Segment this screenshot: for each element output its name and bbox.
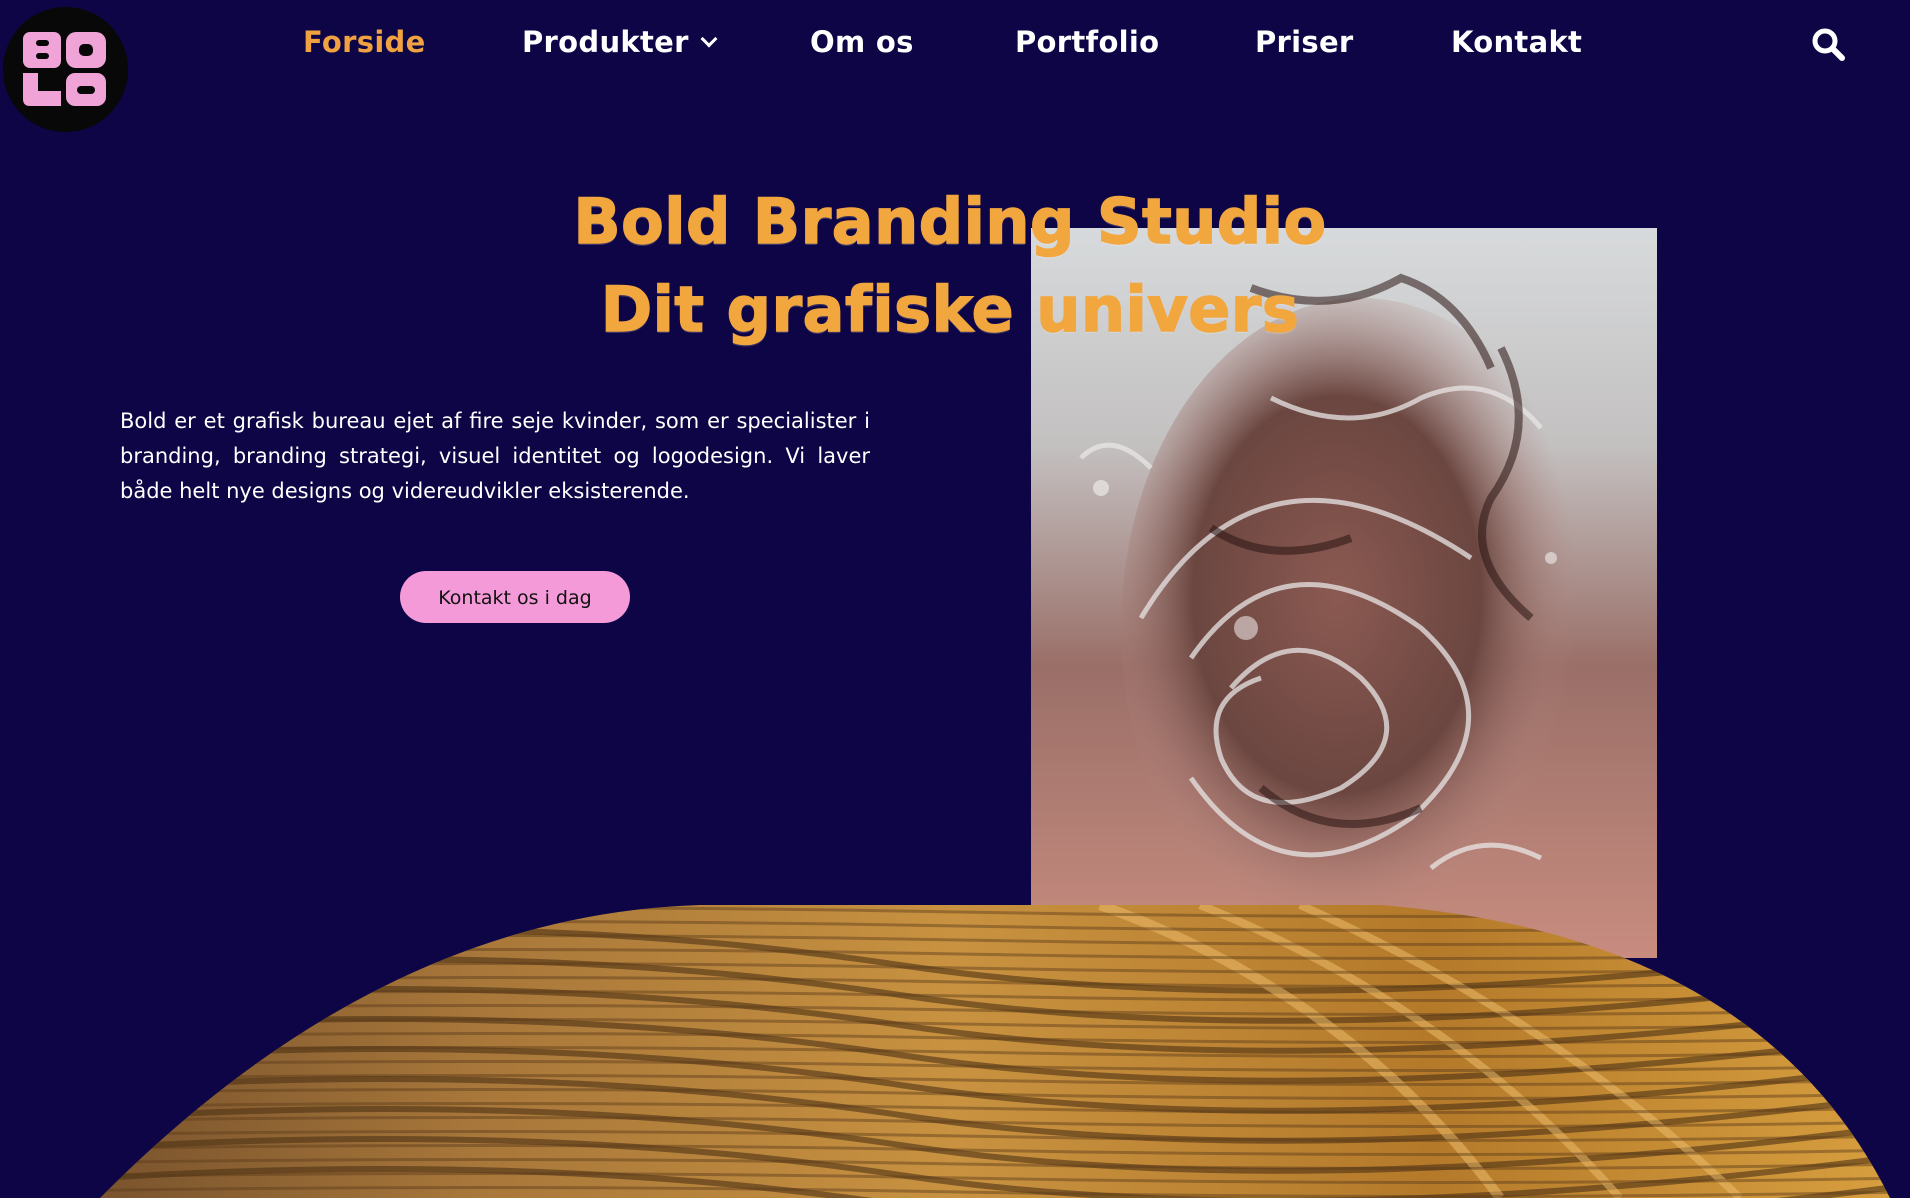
gold-wave-image [0,905,1910,1198]
hero-title: Bold Branding Studio Dit grafiske univer… [520,178,1380,354]
search-icon [1812,28,1845,61]
hero-title-line1: Bold Branding Studio [573,184,1327,259]
main-nav: Forside Produkter Om os Portfolio Priser… [0,18,1910,66]
nav-item-priser[interactable]: Priser [1255,18,1354,66]
nav-item-om-os[interactable]: Om os [810,18,914,66]
hero-intro-text: Bold er et grafisk bureau ejet af fire s… [120,409,870,503]
contact-us-button[interactable]: Kontakt os i dag [400,571,630,623]
nav-item-kontakt[interactable]: Kontakt [1451,18,1582,66]
chevron-down-icon [700,30,718,48]
nav-item-produkter-label: Produkter [522,25,689,59]
hero-title-line2: Dit grafiske univers [600,272,1300,347]
nav-item-forside[interactable]: Forside [303,18,426,66]
search-button[interactable] [1810,26,1846,62]
nav-item-produkter[interactable]: Produkter [522,18,718,66]
gold-wave-graphic [100,905,1890,1198]
nav-item-portfolio[interactable]: Portfolio [1015,18,1159,66]
